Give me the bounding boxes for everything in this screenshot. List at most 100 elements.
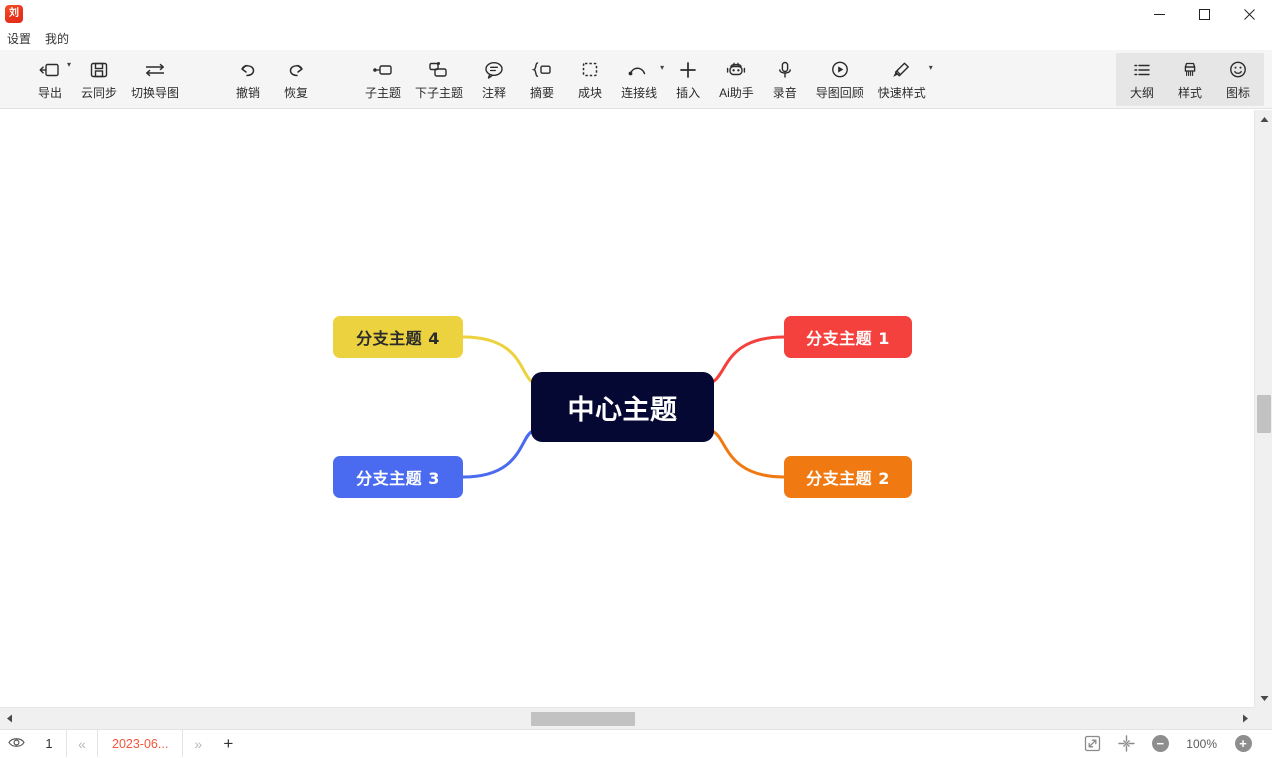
undo-label: 撤销: [236, 86, 260, 100]
export-button[interactable]: 导出 ▾: [26, 52, 74, 107]
outline-icon: [1131, 58, 1153, 82]
export-label: 导出: [38, 86, 62, 100]
app-logo-icon: 刘: [5, 5, 23, 23]
record-label: 录音: [773, 86, 797, 100]
summary-label: 摘要: [530, 86, 554, 100]
status-bar-right: − 100% +: [1075, 730, 1272, 758]
switch-map-button[interactable]: 切换导图: [124, 52, 186, 107]
cloud-sync-icon: [89, 58, 109, 82]
quick-style-button[interactable]: 快速样式 ▾: [871, 52, 933, 107]
switch-map-icon: [143, 58, 167, 82]
redo-label: 恢复: [284, 86, 308, 100]
cloud-sync-label: 云同步: [81, 86, 117, 100]
block-button[interactable]: 成块: [566, 52, 614, 107]
undo-icon: [237, 58, 259, 82]
summary-button[interactable]: 摘要: [518, 52, 566, 107]
plus-insert-icon: [678, 58, 698, 82]
connector-line-label: 连接线: [621, 86, 657, 100]
zoom-out-button[interactable]: −: [1143, 730, 1177, 758]
outline-label: 大纲: [1130, 86, 1154, 100]
switch-map-label: 切换导图: [131, 86, 179, 100]
scroll-right-arrow-icon[interactable]: [1236, 708, 1254, 729]
play-review-icon: [829, 58, 851, 82]
central-topic-node[interactable]: 中心主题: [531, 372, 714, 442]
style-label: 样式: [1178, 86, 1202, 100]
menu-item-settings[interactable]: 设置: [0, 29, 38, 49]
mindmap-canvas[interactable]: 中心主题 分支主题 1 分支主题 2 分支主题 3 分支主题 4: [0, 110, 1254, 707]
quick-style-label: 快速样式: [878, 86, 926, 100]
window-controls: [1137, 0, 1272, 28]
outline-button[interactable]: 大纲: [1118, 52, 1166, 107]
export-icon: [39, 58, 61, 82]
plus-icon: +: [1235, 735, 1252, 752]
map-review-button[interactable]: 导图回顾: [809, 52, 871, 107]
visibility-toggle-button[interactable]: [0, 730, 32, 758]
comment-icon: [483, 58, 505, 82]
minimize-button[interactable]: [1137, 0, 1182, 28]
toolbar: 导出 ▾ 云同步 切换导图: [0, 50, 1272, 109]
chevron-down-icon: ▾: [67, 61, 71, 69]
smiley-icon: [1227, 58, 1249, 82]
center-map-button[interactable]: [1109, 730, 1143, 758]
next-tab-button[interactable]: »: [183, 730, 213, 758]
scroll-left-arrow-icon[interactable]: [0, 708, 18, 729]
record-button[interactable]: 录音: [761, 52, 809, 107]
menu-item-mine[interactable]: 我的: [38, 29, 76, 49]
quick-style-brush-icon: [890, 58, 914, 82]
comment-label: 注释: [482, 86, 506, 100]
summary-icon: [529, 58, 555, 82]
branch-node-1[interactable]: 分支主题 1: [784, 316, 912, 358]
vertical-scrollbar-thumb[interactable]: [1257, 395, 1271, 433]
map-review-label: 导图回顾: [816, 86, 864, 100]
fullscreen-button[interactable]: [1075, 730, 1109, 758]
subtopic-button[interactable]: 子主题: [358, 52, 408, 107]
prev-tab-button[interactable]: «: [67, 730, 97, 758]
maximize-button[interactable]: [1182, 0, 1227, 28]
eye-icon: [8, 736, 25, 752]
toolbar-group-file: 导出 ▾ 云同步 切换导图: [26, 50, 186, 109]
microphone-icon: [776, 58, 794, 82]
child-subtopic-icon: [426, 58, 452, 82]
icon-button[interactable]: 图标: [1214, 52, 1262, 107]
scrollbar-corner: [1254, 707, 1272, 729]
vertical-scrollbar[interactable]: [1254, 110, 1272, 707]
zoom-level: 100%: [1177, 737, 1226, 751]
branch-node-3[interactable]: 分支主题 3: [333, 456, 463, 498]
branch-node-4[interactable]: 分支主题 4: [333, 316, 463, 358]
block-icon: [579, 58, 601, 82]
child-subtopic-button[interactable]: 下子主题: [408, 52, 470, 107]
style-brush-icon: [1180, 58, 1200, 82]
icon-label: 图标: [1226, 86, 1250, 100]
close-button[interactable]: [1227, 0, 1272, 28]
insert-label: 插入: [676, 86, 700, 100]
child-subtopic-label: 下子主题: [415, 86, 463, 100]
scroll-down-arrow-icon[interactable]: [1255, 689, 1272, 707]
insert-button[interactable]: 插入: [664, 52, 712, 107]
title-bar: 刘: [0, 0, 1272, 28]
redo-icon: [285, 58, 307, 82]
horizontal-scrollbar-thumb[interactable]: [531, 712, 635, 726]
style-button[interactable]: 样式: [1166, 52, 1214, 107]
cloud-sync-button[interactable]: 云同步: [74, 52, 124, 107]
block-label: 成块: [578, 86, 602, 100]
scroll-up-arrow-icon[interactable]: [1255, 110, 1272, 128]
connector-line-icon: [626, 58, 652, 82]
menu-bar: 设置 我的: [0, 28, 1272, 50]
subtopic-icon: [370, 58, 396, 82]
add-sheet-button[interactable]: +: [213, 730, 243, 758]
toolbar-group-panels: 大纲 样式 图标: [1116, 53, 1264, 106]
subtopic-label: 子主题: [365, 86, 401, 100]
status-bar: 1 « 2023-06... » + − 100% +: [0, 729, 1272, 757]
zoom-in-button[interactable]: +: [1226, 730, 1260, 758]
horizontal-scrollbar[interactable]: [0, 707, 1254, 729]
branch-node-2[interactable]: 分支主题 2: [784, 456, 912, 498]
sheet-tab[interactable]: 2023-06...: [98, 730, 182, 757]
ai-assistant-button[interactable]: Ai助手: [712, 52, 761, 107]
ai-assistant-label: Ai助手: [719, 86, 754, 100]
redo-button[interactable]: 恢复: [272, 52, 320, 107]
toolbar-group-edit: 子主题 下子主题 注释: [358, 50, 933, 109]
connector-line-button[interactable]: 连接线 ▾: [614, 52, 664, 107]
minus-icon: −: [1152, 735, 1169, 752]
undo-button[interactable]: 撤销: [224, 52, 272, 107]
comment-button[interactable]: 注释: [470, 52, 518, 107]
